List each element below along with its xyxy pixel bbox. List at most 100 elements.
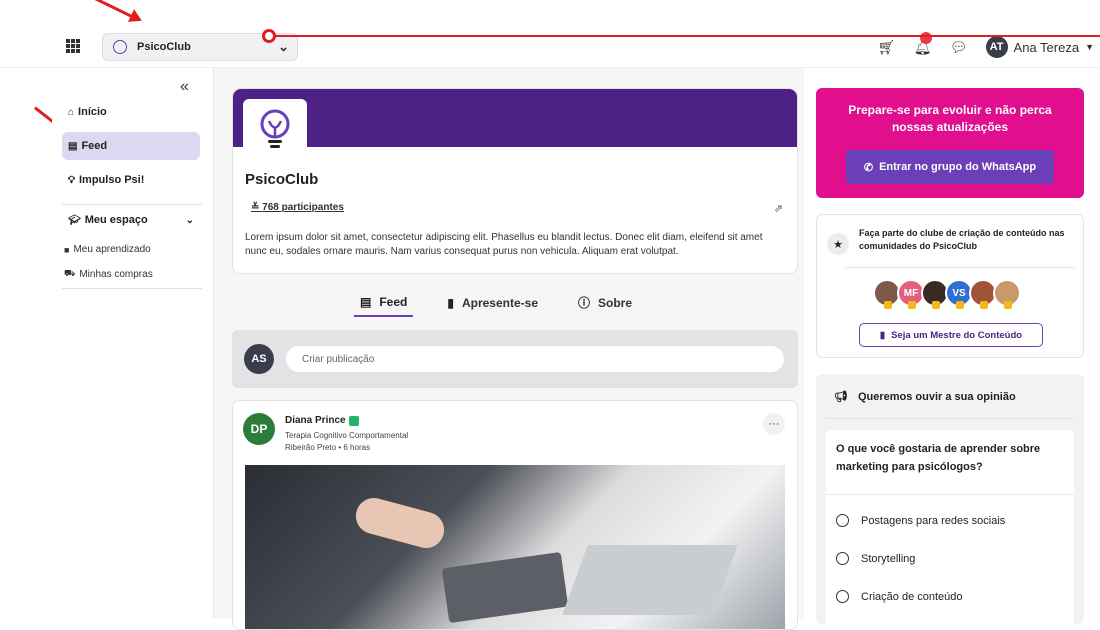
top-bar: PsicoClub ⌄ 🛒︎ 🔔︎ 💬︎ AT Ana Tereza ▼ xyxy=(0,0,1100,68)
book-icon: ▮ xyxy=(879,329,886,341)
poll-option[interactable]: Postagens para redes sociais xyxy=(836,514,1005,527)
club-card: ★ Faça parte do clube de criação de cont… xyxy=(816,214,1084,358)
user-name: Ana Tereza xyxy=(1013,39,1080,55)
tab-label: Sobre xyxy=(598,295,633,310)
id-card-icon: ▮ xyxy=(447,295,454,310)
more-options-button[interactable]: ··· xyxy=(763,413,785,435)
whatsapp-icon: ✆ xyxy=(863,161,874,174)
sidebar-item-feed[interactable]: ▤ Feed xyxy=(62,132,200,160)
tab-label: Feed xyxy=(379,294,408,309)
mestre-button-label: Seja um Mestre do Conteúdo xyxy=(891,329,1023,341)
users-icon: ≚ xyxy=(251,202,260,213)
annotation-line xyxy=(268,35,1100,37)
graduation-cap-icon: 🎓︎ xyxy=(68,214,81,226)
radio-button[interactable] xyxy=(836,590,849,603)
lightbulb-logo-icon xyxy=(260,109,290,148)
lightbulb-icon: 💡︎ xyxy=(68,174,75,186)
divider xyxy=(826,418,1074,419)
whatsapp-group-button[interactable]: ✆ Entrar no grupo do WhatsApp xyxy=(846,150,1054,184)
radio-button[interactable] xyxy=(836,514,849,527)
radio-button[interactable] xyxy=(836,552,849,565)
post-image xyxy=(245,465,785,629)
annotation-circle xyxy=(262,29,276,43)
community-banner xyxy=(233,89,797,147)
tab-sobre[interactable]: ⓘ Sobre xyxy=(572,294,638,317)
post-meta: Ribeirão Preto • 6 horas xyxy=(285,443,371,452)
whatsapp-button-label: Entrar no grupo do WhatsApp xyxy=(879,161,1037,173)
participants-link[interactable]: ≚ 768 participantes xyxy=(251,202,344,213)
club-text: Faça parte do clube de criação de conteú… xyxy=(859,228,1065,251)
post-composer: AS Criar publicação xyxy=(232,330,798,388)
tab-label: Apresente-se xyxy=(461,295,538,310)
poll-option[interactable]: Storytelling xyxy=(836,552,915,565)
chat-icon[interactable]: 💬︎ xyxy=(950,39,968,56)
poll-body: O que você gostaria de aprender sobre ma… xyxy=(826,430,1074,630)
right-sidebar: Prepare-se para evoluir e não perca noss… xyxy=(804,68,1100,630)
divider xyxy=(62,288,202,289)
top-right-actions: 🛒︎ 🔔︎ 💬︎ AT Ana Tereza ▼ xyxy=(878,31,1094,58)
feed-icon: ▤ xyxy=(68,140,78,152)
post-card: DP Diana Prince Terapia Cognitivo Compor… xyxy=(232,400,798,630)
sidebar-subitem-label: Meu aprendizado xyxy=(73,244,151,255)
lightbulb-icon xyxy=(113,40,127,54)
avatar[interactable] xyxy=(993,279,1021,309)
community-selector-label: PsicoClub xyxy=(137,41,191,53)
sidebar-item-label: Feed xyxy=(81,140,108,152)
image-detail xyxy=(562,545,738,615)
avatar: AT xyxy=(985,36,1008,58)
sidebar-subitem-compras[interactable]: ⛟ Minhas compras xyxy=(64,268,153,280)
promo-title: Prepare-se para evoluir e não perca noss… xyxy=(848,103,1052,134)
author-name: Diana Prince xyxy=(285,415,346,426)
tab-apresente-se[interactable]: ▮ Apresente-se xyxy=(441,294,544,317)
community-logo xyxy=(243,99,307,161)
community-tabs: ▤ Feed ▮ Apresente-se ⓘ Sobre xyxy=(354,294,638,317)
avatar: DP xyxy=(243,413,275,445)
member-avatars: MF VS xyxy=(873,279,1021,309)
poll-card: 📢︎ Queremos ouvir a sua opinião O que vo… xyxy=(816,374,1084,630)
notification-badge xyxy=(919,31,932,44)
sidebar-item-label: Início xyxy=(78,106,107,118)
sidebar-item-inicio[interactable]: ⌂ Início xyxy=(62,98,200,126)
sidebar-subitem-label: Minhas compras xyxy=(79,268,153,280)
chevron-down-icon: ⌄ xyxy=(278,39,289,54)
divider xyxy=(845,267,1075,268)
main-content: PsicoClub ≚ 768 participantes ⇗ Lorem ip… xyxy=(214,68,804,630)
poll-option[interactable]: Criação de conteúdo xyxy=(836,590,963,603)
sidebar-item-label: Meu espaço xyxy=(84,214,148,226)
sidebar-subitem-aprendizado[interactable]: ■ Meu aprendizado xyxy=(64,244,151,255)
info-icon: ⓘ xyxy=(578,296,591,310)
sidebar-item-impulso[interactable]: 💡︎ Impulso Psi! xyxy=(62,166,200,194)
user-menu[interactable]: AT Ana Tereza ▼ xyxy=(985,36,1094,58)
image-detail xyxy=(351,493,449,553)
divider xyxy=(62,204,202,205)
author-specialty: Terapia Cognitivo Comportamental xyxy=(285,431,409,440)
poll-heading: 📢︎ Queremos ouvir a sua opinião xyxy=(834,390,1016,404)
bell-icon[interactable]: 🔔︎ xyxy=(914,31,932,56)
cart-icon: ⛟ xyxy=(64,268,76,278)
mestre-conteudo-button[interactable]: ▮ Seja um Mestre do Conteúdo xyxy=(859,323,1043,347)
poll-question: O que você gostaria de aprender sobre ma… xyxy=(836,443,1041,473)
community-header-card: PsicoClub ≚ 768 participantes ⇗ Lorem ip… xyxy=(232,88,798,274)
promo-card: Prepare-se para evoluir e não perca noss… xyxy=(816,88,1084,198)
book-icon: ■ xyxy=(64,244,70,255)
verified-icon xyxy=(348,415,359,426)
sidebar: « ⌂ Início ▤ Feed 💡︎ Impulso Psi! 🎓︎ Meu… xyxy=(52,68,214,618)
home-icon: ⌂ xyxy=(68,106,75,118)
collapse-sidebar-icon[interactable]: « xyxy=(180,78,189,96)
sidebar-item-meu-espaco[interactable]: 🎓︎ Meu espaço ⌄ xyxy=(62,206,200,234)
apps-grid-icon[interactable] xyxy=(66,39,80,53)
megaphone-icon: 📢︎ xyxy=(834,391,848,403)
post-author[interactable]: Diana Prince xyxy=(285,415,359,426)
divider xyxy=(826,494,1074,495)
community-description: Lorem ipsum dolor sit amet, consectetur … xyxy=(245,232,763,257)
share-icon[interactable]: ⇗ xyxy=(774,202,783,215)
caret-down-icon: ▼ xyxy=(1085,42,1094,52)
cart-icon[interactable]: 🛒︎ xyxy=(878,39,896,56)
create-post-input[interactable]: Criar publicação xyxy=(286,346,784,372)
sidebar-item-label: Impulso Psi! xyxy=(79,174,145,186)
tab-feed[interactable]: ▤ Feed xyxy=(354,294,414,317)
poll-option-label: Storytelling xyxy=(861,552,916,565)
poll-heading-label: Queremos ouvir a sua opinião xyxy=(857,390,1016,403)
page-title: PsicoClub xyxy=(245,171,319,188)
poll-option-label: Criação de conteúdo xyxy=(861,590,963,603)
